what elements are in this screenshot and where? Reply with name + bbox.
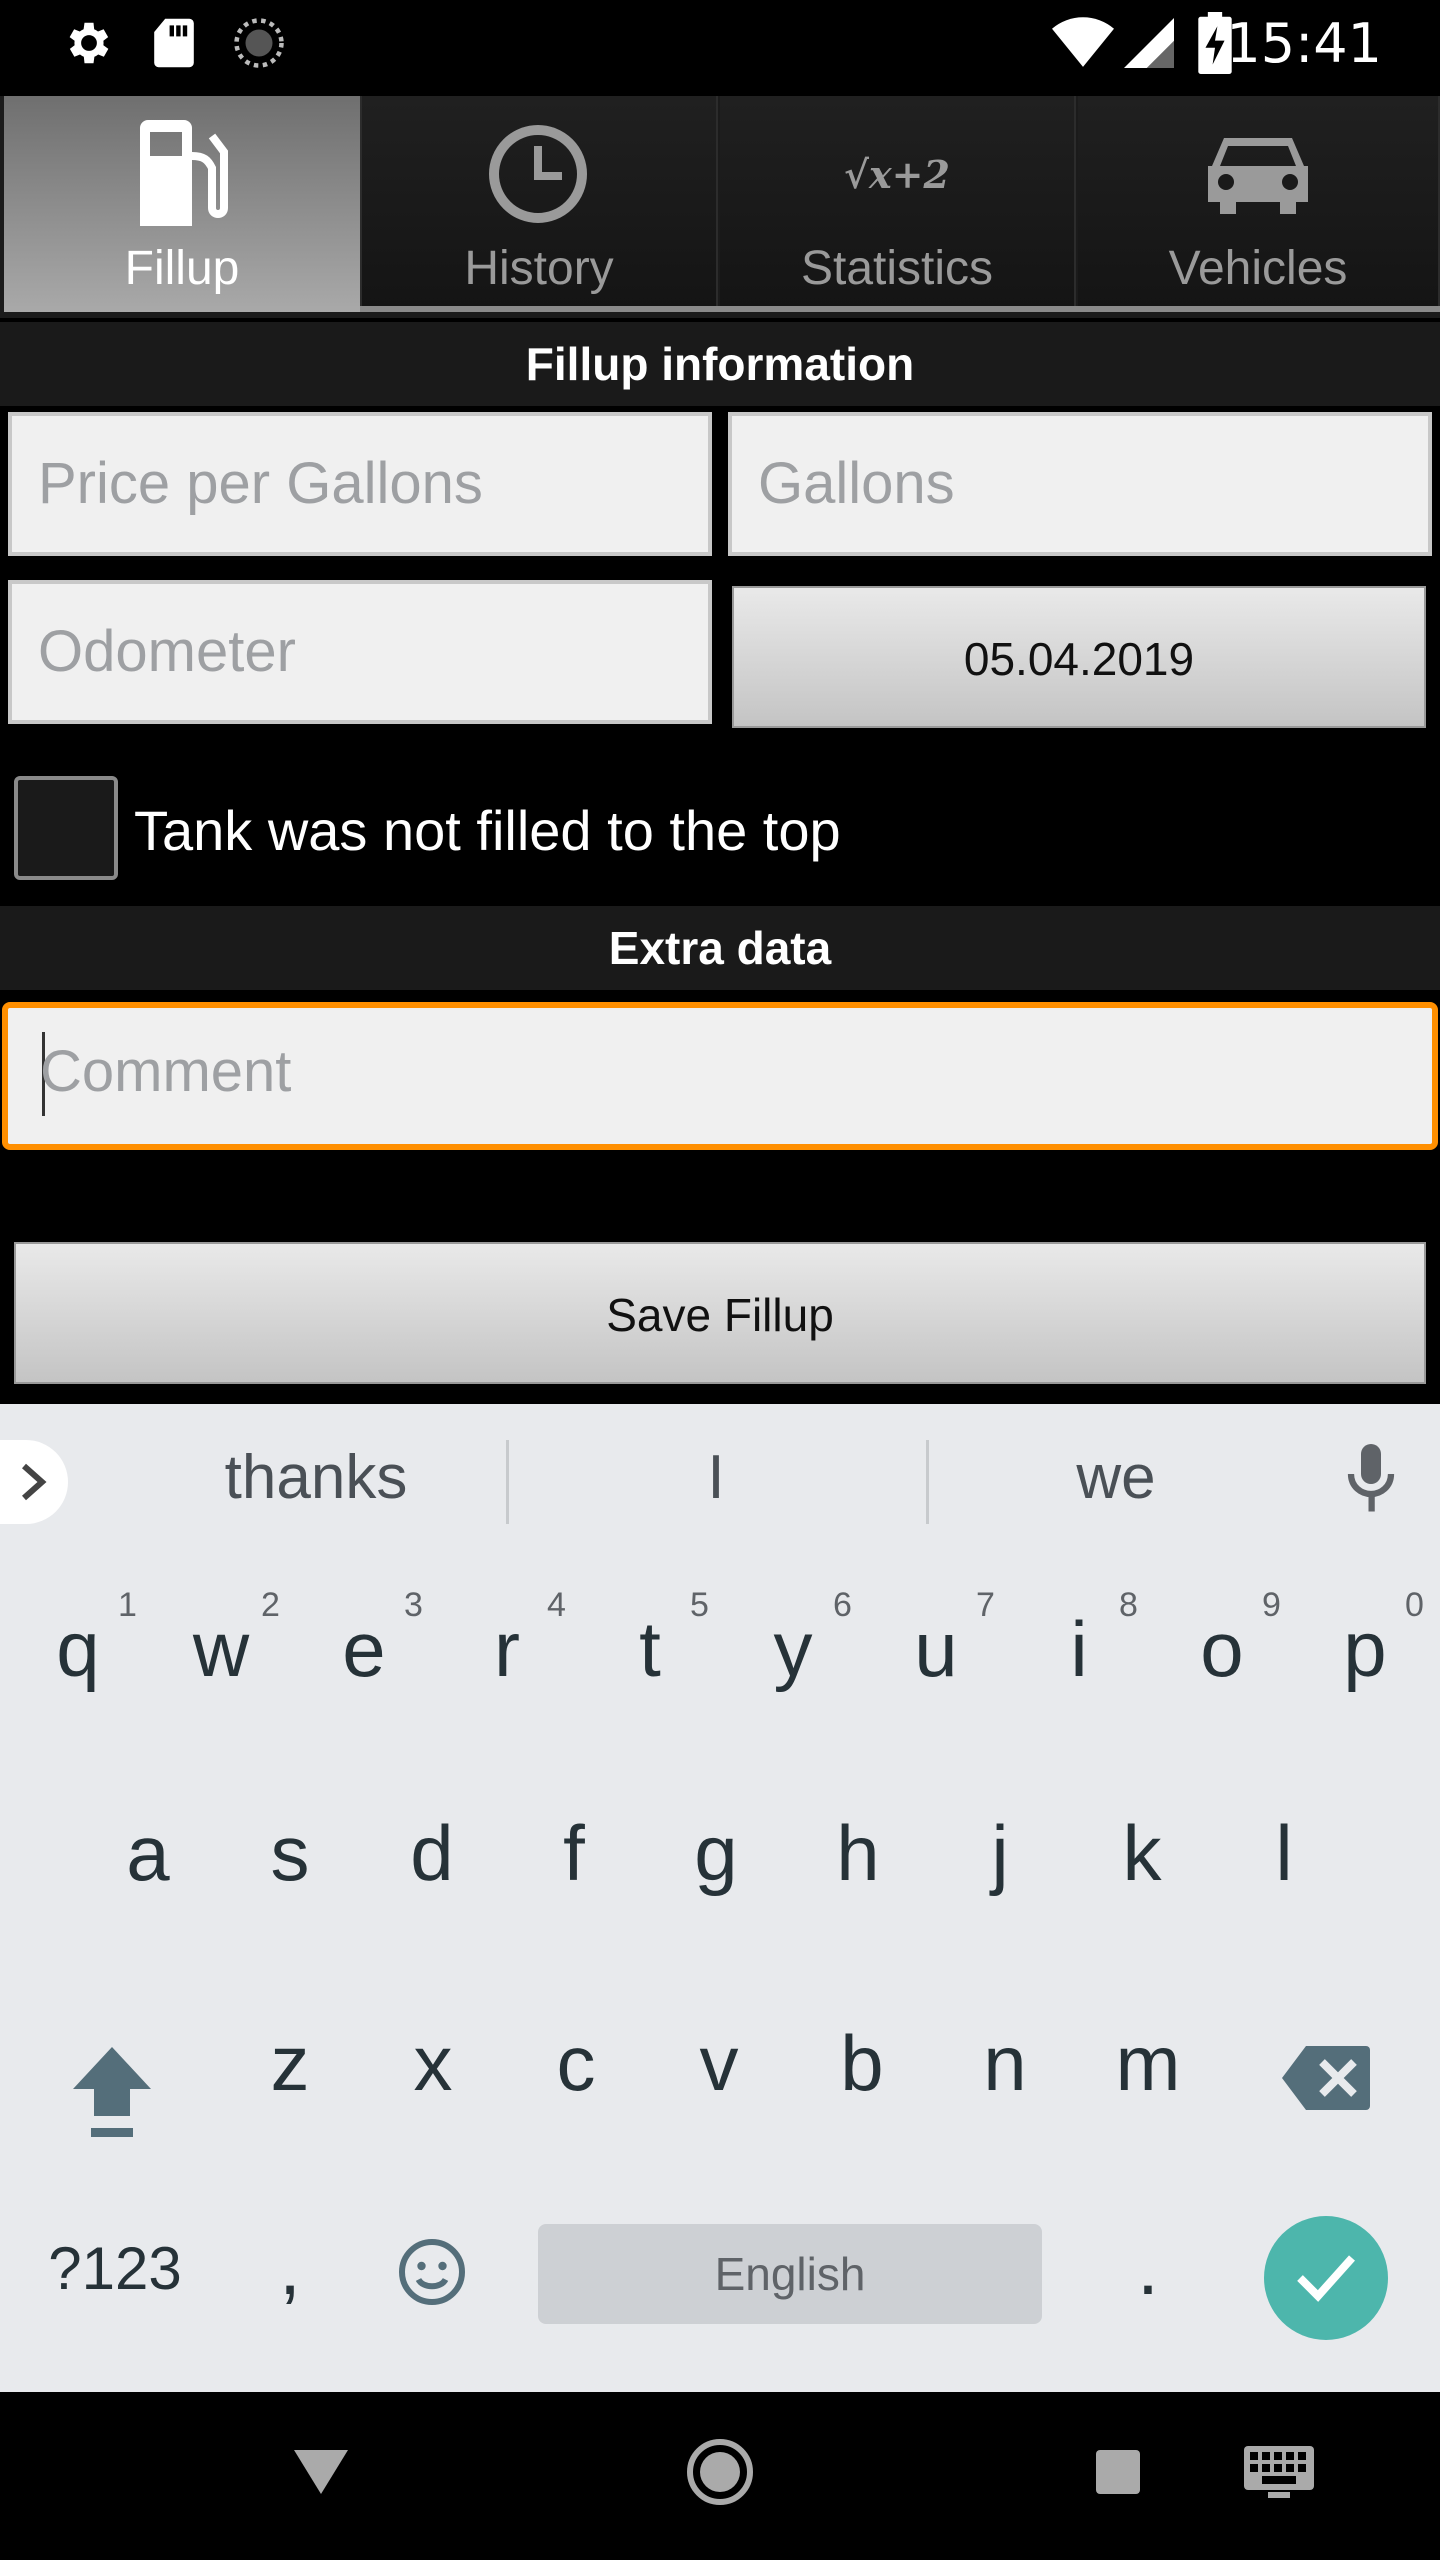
tab-label: Fillup xyxy=(124,242,240,295)
suggestion-i[interactable]: I xyxy=(566,1442,866,1513)
key-c[interactable]: c xyxy=(516,2018,636,2109)
tab-bar: Fillup History √x+2 Statistics Vehicles xyxy=(0,96,1440,318)
suggestion-strip: thanks I we xyxy=(0,1404,1440,1556)
tank-not-full-checkbox[interactable] xyxy=(14,776,118,880)
clock-icon xyxy=(489,125,587,223)
symbols-key[interactable]: ?123 xyxy=(40,2234,190,2303)
suggestion-we[interactable]: we xyxy=(966,1442,1266,1513)
suggestion-thanks[interactable]: thanks xyxy=(166,1442,466,1513)
key-f[interactable]: f xyxy=(514,1808,634,1899)
comment-placeholder: Comment xyxy=(40,1039,292,1104)
enter-key[interactable] xyxy=(1264,2216,1388,2340)
key-g[interactable]: g xyxy=(656,1808,776,1899)
key-hint: 7 xyxy=(976,1586,995,1624)
key-hint: 9 xyxy=(1262,1586,1281,1624)
emoji-icon[interactable] xyxy=(396,2236,468,2308)
status-bar: 15:41 xyxy=(0,0,1440,88)
gear-icon xyxy=(69,22,109,64)
recents-icon[interactable] xyxy=(1096,2450,1140,2494)
key-m[interactable]: m xyxy=(1088,2018,1208,2109)
tab-vehicles[interactable]: Vehicles xyxy=(1078,96,1440,312)
navigation-bar xyxy=(0,2392,1440,2560)
sync-icon xyxy=(234,18,284,68)
key-d[interactable]: d xyxy=(372,1808,492,1899)
key-hint: 3 xyxy=(404,1586,423,1624)
tab-statistics[interactable]: √x+2 Statistics xyxy=(720,96,1076,312)
key-z[interactable]: z xyxy=(230,2018,350,2109)
save-fillup-button[interactable]: Save Fillup xyxy=(14,1242,1426,1384)
sd-card-icon xyxy=(154,18,194,68)
tab-underline xyxy=(360,306,1440,312)
period-key[interactable]: . xyxy=(1088,2222,1208,2313)
suggestion-divider xyxy=(506,1440,509,1524)
signal-icon xyxy=(1124,18,1174,68)
comment-input[interactable]: Comment xyxy=(2,1002,1438,1150)
tab-history[interactable]: History xyxy=(362,96,718,312)
expand-suggestions-button[interactable] xyxy=(0,1440,68,1524)
gallons-input[interactable]: Gallons xyxy=(728,412,1432,556)
chevron-right-icon xyxy=(22,1463,47,1501)
key-j[interactable]: j xyxy=(940,1808,1060,1899)
clock-time: 15:41 xyxy=(1226,12,1382,75)
formula-icon: √x+2 xyxy=(844,152,950,197)
shift-icon[interactable] xyxy=(70,2044,154,2140)
key-hint: 5 xyxy=(690,1586,709,1624)
key-v[interactable]: v xyxy=(659,2018,779,2109)
suggestion-divider xyxy=(926,1440,929,1524)
microphone-icon[interactable] xyxy=(1346,1444,1396,1514)
key-l[interactable]: l xyxy=(1224,1808,1344,1899)
checkmark-icon xyxy=(1297,2255,1355,2302)
key-hint: 4 xyxy=(547,1586,566,1624)
key-hint: 8 xyxy=(1119,1586,1138,1624)
key-hint: 0 xyxy=(1405,1586,1424,1624)
comma-key[interactable]: , xyxy=(230,2222,350,2313)
price-per-gallon-input[interactable]: Price per Gallons xyxy=(8,412,712,556)
tab-label: History xyxy=(464,242,614,295)
backspace-icon[interactable] xyxy=(1282,2046,1370,2110)
tab-label: Vehicles xyxy=(1168,242,1348,295)
tab-fillup[interactable]: Fillup xyxy=(4,96,362,312)
key-hint: 1 xyxy=(118,1586,137,1624)
key-n[interactable]: n xyxy=(945,2018,1065,2109)
key-b[interactable]: b xyxy=(802,2018,922,2109)
fuel-pump-icon xyxy=(140,120,228,226)
soft-keyboard: thanks I we q1w2e3r4t5y6u7i8o9p0 asdfghj… xyxy=(0,1404,1440,2392)
home-icon[interactable] xyxy=(686,2438,754,2506)
tab-label: Statistics xyxy=(800,242,994,295)
keyboard-switch-icon[interactable] xyxy=(1244,2446,1314,2498)
back-icon[interactable] xyxy=(294,2450,348,2494)
wifi-icon xyxy=(1052,17,1114,67)
key-s[interactable]: s xyxy=(230,1808,350,1899)
section-header-extra: Extra data xyxy=(0,906,1440,990)
date-picker-button[interactable]: 05.04.2019 xyxy=(732,586,1426,728)
section-header-fillup: Fillup information xyxy=(0,322,1440,406)
key-a[interactable]: a xyxy=(88,1808,208,1899)
key-hint: 2 xyxy=(261,1586,280,1624)
space-key[interactable]: English xyxy=(538,2224,1042,2324)
key-h[interactable]: h xyxy=(798,1808,918,1899)
tank-not-full-label: Tank was not filled to the top xyxy=(134,799,841,862)
car-icon xyxy=(1208,138,1308,214)
key-x[interactable]: x xyxy=(373,2018,493,2109)
key-hint: 6 xyxy=(833,1586,852,1624)
key-k[interactable]: k xyxy=(1082,1808,1202,1899)
odometer-input[interactable]: Odometer xyxy=(8,580,712,724)
